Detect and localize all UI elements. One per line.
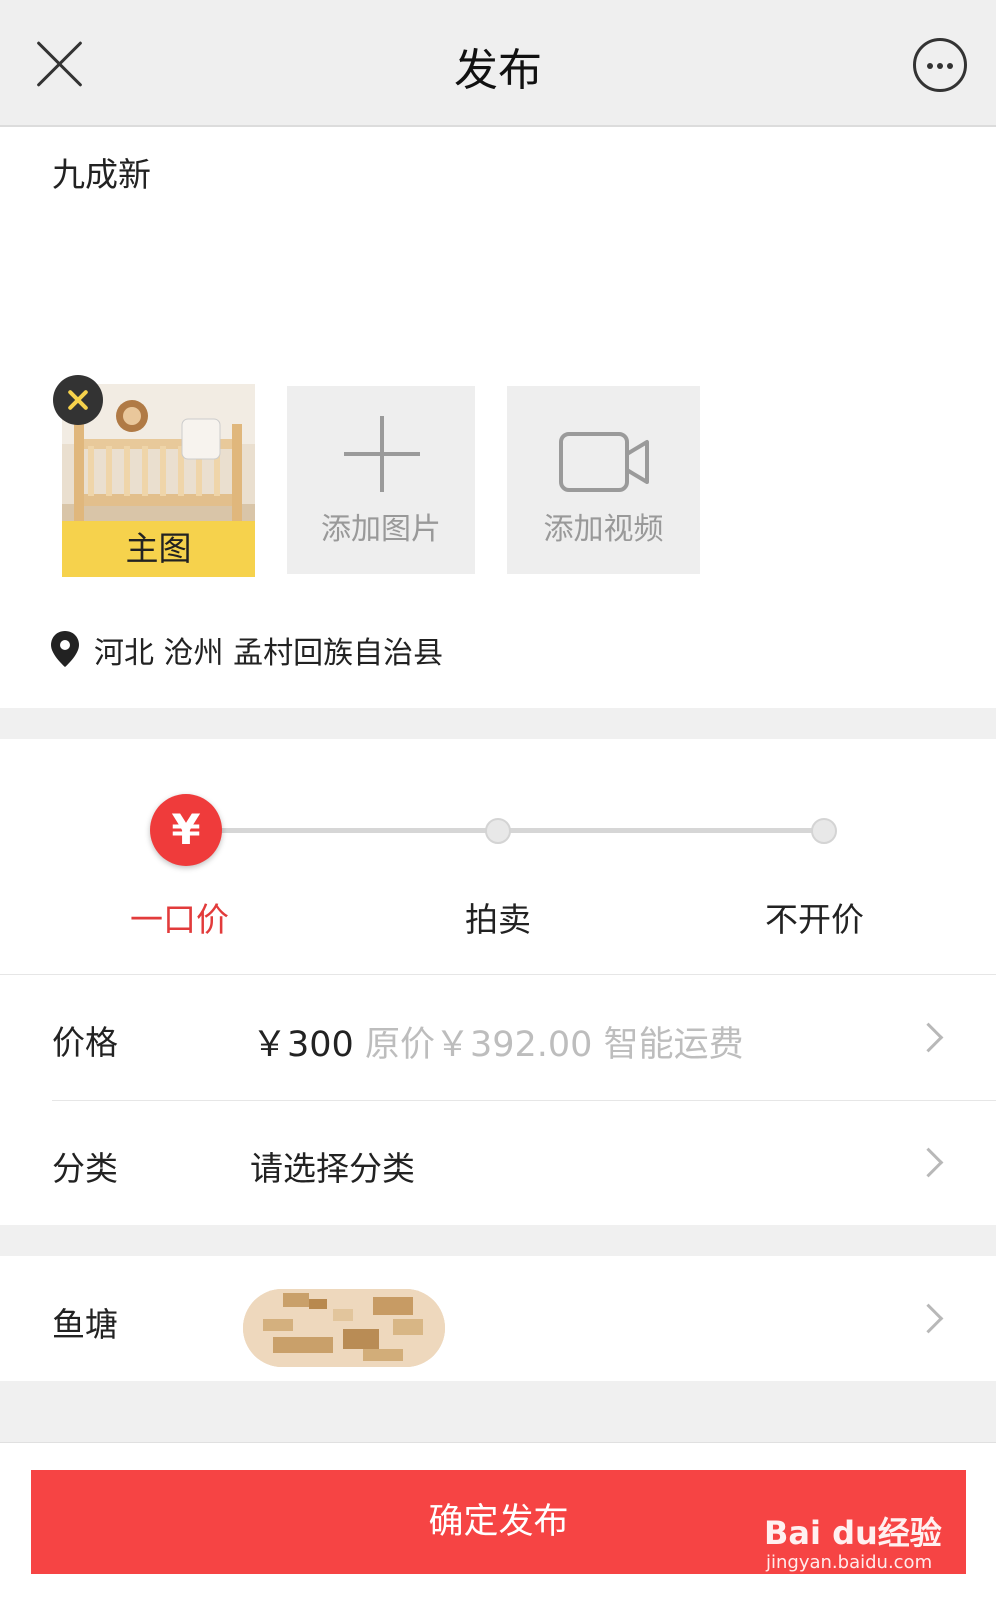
- price-amount: ￥300: [252, 1025, 354, 1065]
- auction-knob[interactable]: [485, 818, 511, 844]
- pond-row[interactable]: [0, 1256, 996, 1381]
- remove-image-icon[interactable]: [53, 375, 103, 425]
- shipping-mode: 智能运费: [603, 1025, 744, 1065]
- more-options-icon[interactable]: [913, 38, 967, 92]
- price-value: ￥300 原价￥392.00 智能运费: [252, 1016, 744, 1067]
- add-image-button[interactable]: 添加图片: [287, 386, 475, 574]
- original-price: 原价￥392.00: [364, 1025, 593, 1065]
- page-title: 发布: [454, 45, 542, 96]
- category-row[interactable]: [0, 1102, 996, 1224]
- no-price-knob[interactable]: [811, 818, 837, 844]
- fixed-price-knob-yen-icon[interactable]: ¥: [150, 794, 222, 866]
- category-placeholder: 请选择分类: [250, 1149, 415, 1188]
- add-video-button[interactable]: 添加视频: [507, 386, 700, 574]
- price-label: 价格: [52, 1023, 118, 1062]
- option-fixed-price[interactable]: 一口价: [130, 893, 229, 941]
- watermark-url: jingyan.baidu.com: [766, 1552, 933, 1573]
- location-text[interactable]: 河北 沧州 孟村回族自治县: [94, 628, 443, 672]
- option-auction[interactable]: 拍卖: [465, 893, 531, 941]
- add-image-label: 添加图片: [321, 512, 441, 547]
- divider: [52, 1100, 996, 1101]
- pond-avatar-pixelated: [243, 1289, 445, 1367]
- add-video-label: 添加视频: [543, 512, 664, 547]
- option-no-price[interactable]: 不开价: [765, 893, 864, 941]
- main-image-label: 主图: [62, 521, 255, 577]
- location-pin-icon: [51, 631, 79, 667]
- video-camera-icon: [559, 432, 649, 492]
- category-label: 分类: [52, 1149, 118, 1188]
- description-text[interactable]: 九成新: [52, 148, 151, 196]
- pond-label: 鱼塘: [52, 1305, 118, 1344]
- watermark-logo: Bai du经验: [764, 1514, 942, 1552]
